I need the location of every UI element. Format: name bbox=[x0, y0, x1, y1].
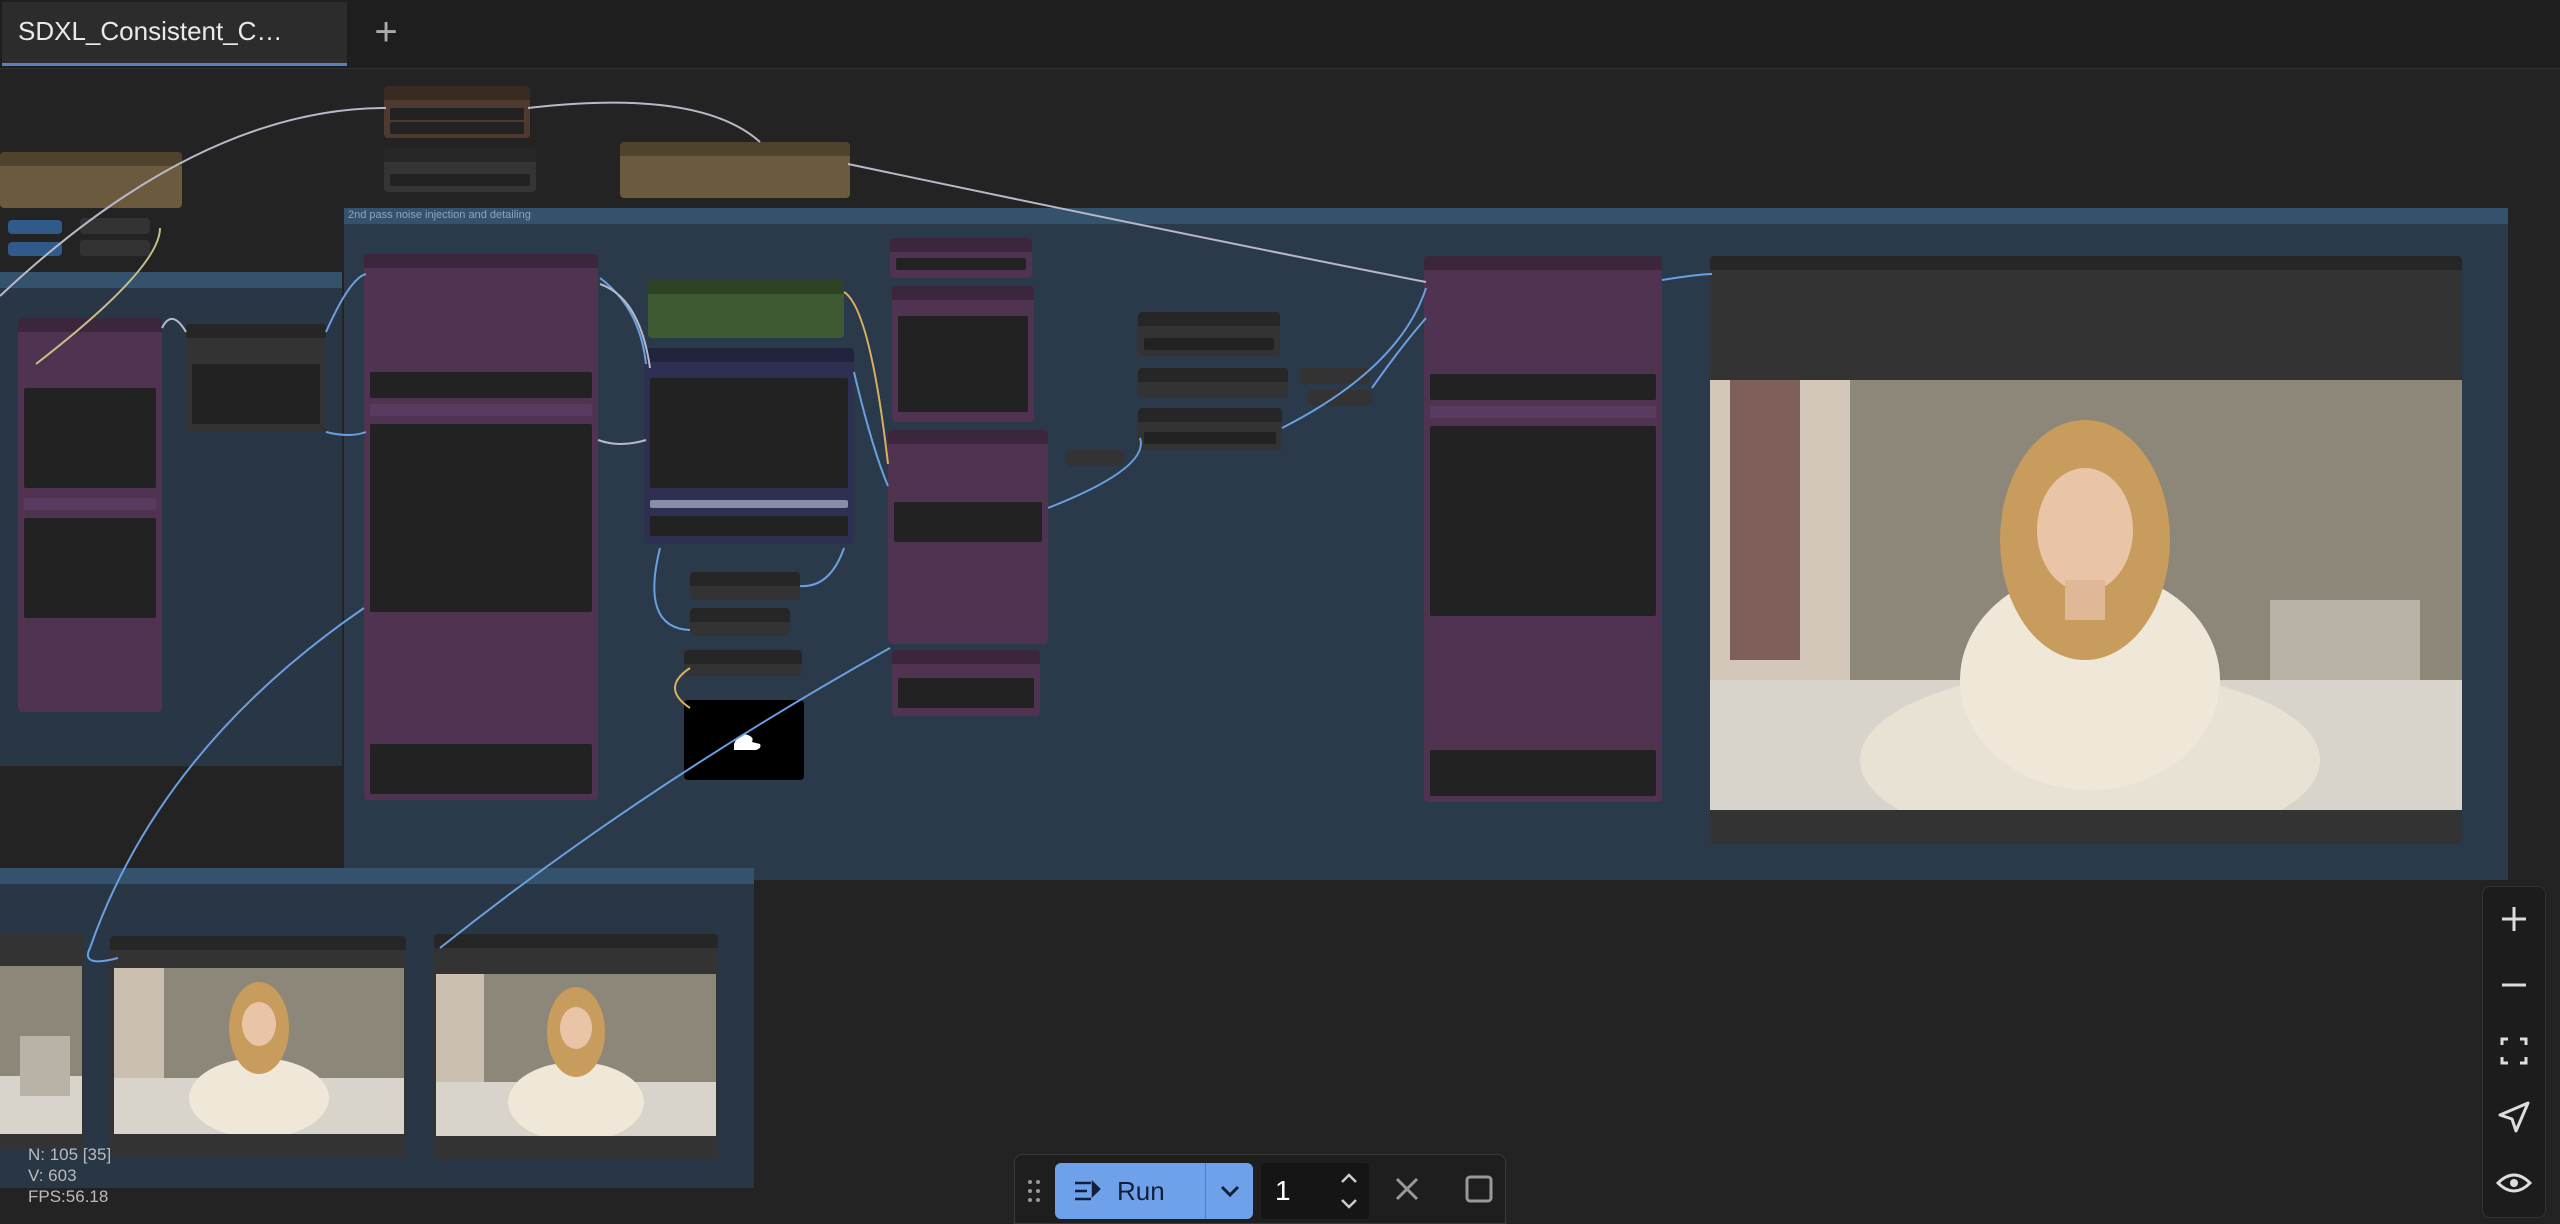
canvas-stats: N: 105 [35] V: 603 FPS:56.18 bbox=[28, 1144, 111, 1207]
navigate-icon[interactable] bbox=[2494, 1097, 2534, 1137]
canvas-controls bbox=[2482, 886, 2546, 1218]
workflow-tab[interactable]: SDXL_Consistent_C… bbox=[2, 2, 347, 66]
fit-view-icon[interactable] bbox=[2494, 1031, 2534, 1071]
plus-icon[interactable]: + bbox=[364, 12, 408, 54]
drag-handle-icon[interactable] bbox=[1025, 1177, 1043, 1205]
node-canvas[interactable]: 2nd pass noise injection and detailing bbox=[0, 68, 2560, 1224]
chevron-down-icon bbox=[1220, 1185, 1240, 1198]
queue-count-value: 1 bbox=[1275, 1175, 1291, 1206]
run-queue-icon bbox=[1075, 1179, 1101, 1201]
close-icon[interactable] bbox=[1387, 1169, 1427, 1209]
visibility-icon[interactable] bbox=[2494, 1163, 2534, 1203]
thumbnail-image bbox=[436, 974, 716, 1136]
node-count: N: 105 [35] bbox=[28, 1145, 112, 1164]
zoom-out-icon[interactable] bbox=[2494, 965, 2534, 1005]
run-button[interactable]: Run bbox=[1055, 1163, 1253, 1219]
thumbnail-image bbox=[0, 966, 82, 1134]
vertex-count: V: 603 bbox=[28, 1166, 77, 1185]
stop-square-icon[interactable] bbox=[1459, 1169, 1499, 1209]
tab-bar: SDXL_Consistent_C… + bbox=[0, 0, 2560, 69]
chevron-up-icon[interactable] bbox=[1337, 1167, 1361, 1191]
generated-image-preview bbox=[1710, 380, 2462, 810]
queue-count-input[interactable]: 1 bbox=[1261, 1163, 1369, 1219]
workflow-tab-label: SDXL_Consistent_C… bbox=[18, 16, 283, 46]
run-options-dropdown[interactable] bbox=[1205, 1163, 1254, 1219]
thumbnail-image bbox=[114, 968, 404, 1134]
chevron-down-icon[interactable] bbox=[1337, 1191, 1361, 1215]
zoom-in-icon[interactable] bbox=[2494, 899, 2534, 939]
run-button-label: Run bbox=[1117, 1176, 1165, 1206]
run-toolbar: Run 1 bbox=[1014, 1154, 1506, 1224]
fps-readout: FPS:56.18 bbox=[28, 1187, 109, 1206]
